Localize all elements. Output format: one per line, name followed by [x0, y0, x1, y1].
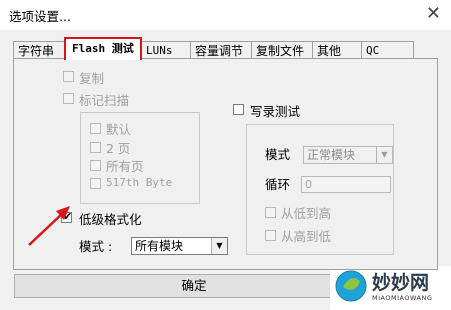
dialog-body: 字符串 Flash 测试 LUNs 容量调节 复制文件 其他 QC 复制 标记扫…	[0, 30, 451, 310]
annotation-arrow-icon	[28, 206, 70, 246]
window-title: 选项设置...	[9, 9, 71, 24]
title-bar: 选项设置... ✕	[0, 0, 451, 30]
close-icon[interactable]: ✕	[426, 3, 441, 24]
